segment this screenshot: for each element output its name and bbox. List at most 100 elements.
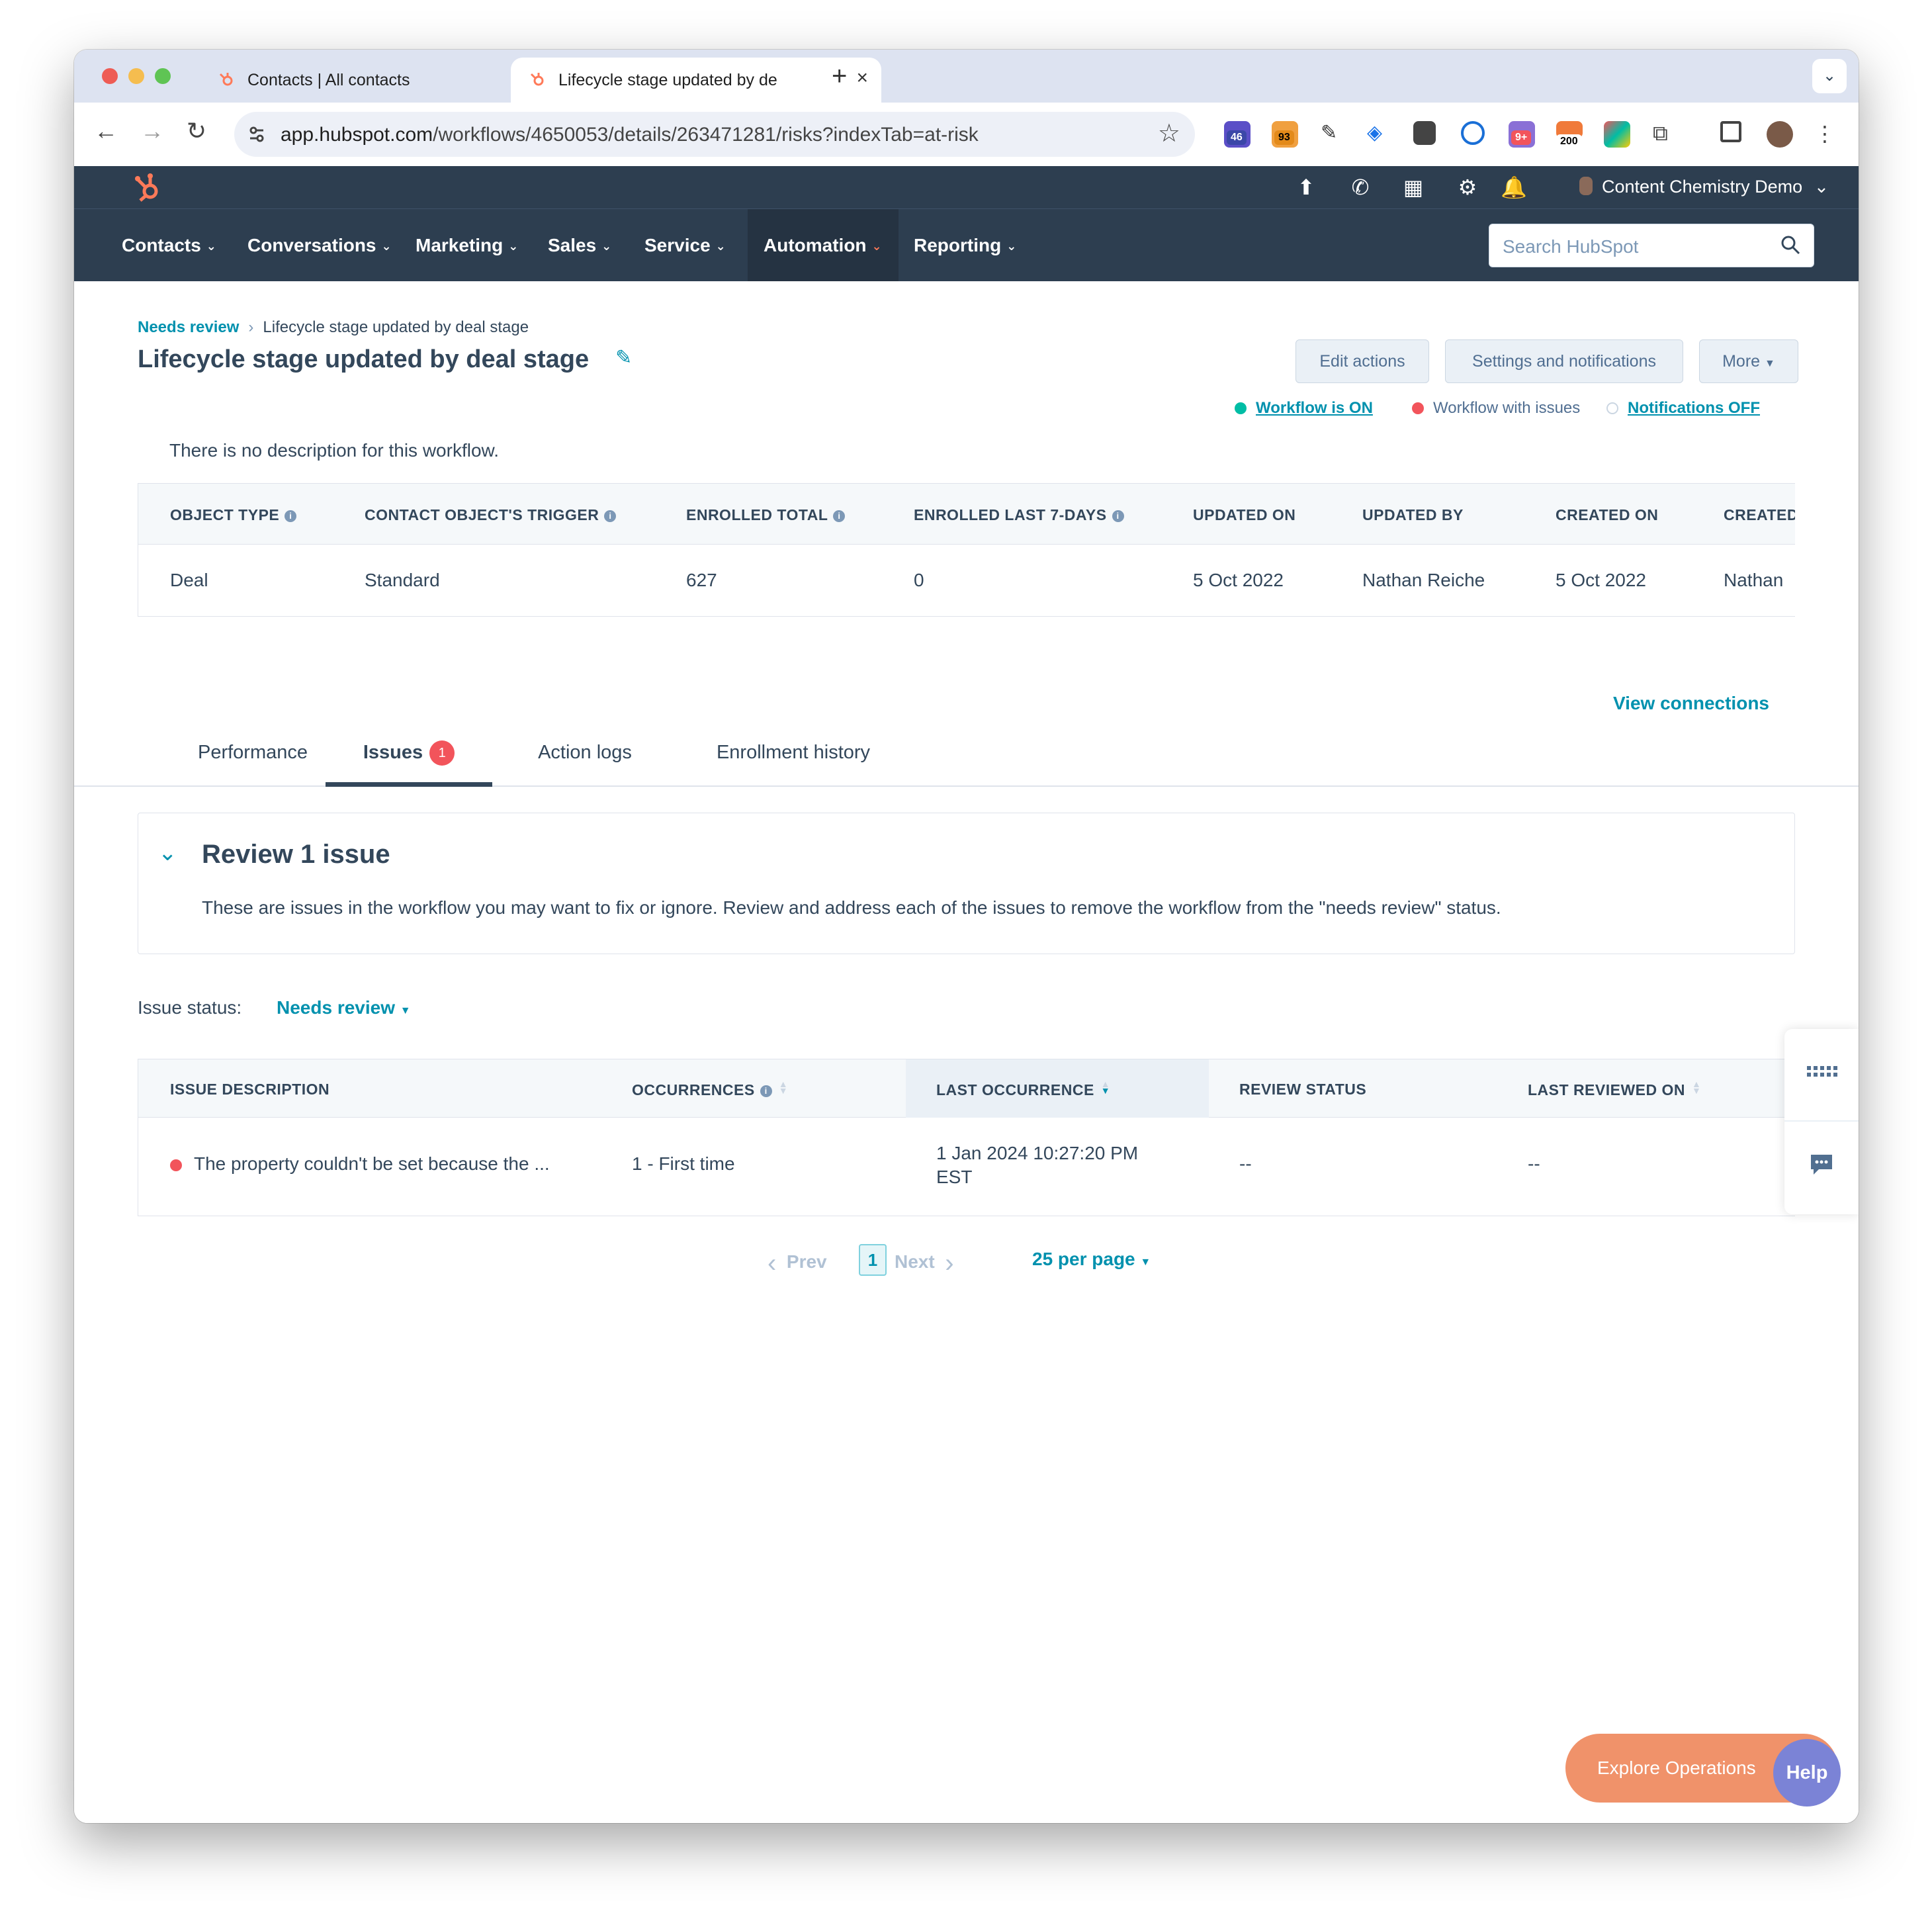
issue-severity-dot — [170, 1159, 182, 1171]
forward-arrow-icon[interactable]: → — [140, 117, 164, 145]
profile-avatar[interactable] — [1767, 121, 1793, 148]
workflow-on-status[interactable]: Workflow is ON — [1235, 399, 1373, 418]
nav-sales[interactable]: Sales ⌄ — [532, 209, 627, 282]
issue-status-dropdown[interactable]: Needs review ▼ — [277, 997, 411, 1018]
notifications-status[interactable]: Notifications OFF — [1606, 399, 1760, 418]
details-header-trigger: CONTACT OBJECT'S TRIGGER i — [365, 506, 617, 524]
info-icon[interactable]: i — [833, 510, 846, 522]
prev-page-button[interactable]: ‹ Prev — [768, 1249, 827, 1278]
page-number-current[interactable]: 1 — [859, 1244, 887, 1276]
issue-status-label: Issue status: — [138, 997, 242, 1018]
nav-automation[interactable]: Automation ⌄ — [748, 209, 899, 282]
next-label: Next — [895, 1251, 935, 1272]
notifications-off-link[interactable]: Notifications OFF — [1628, 399, 1760, 417]
notifications-bell-icon[interactable]: 🔔 — [1501, 175, 1527, 199]
tab-enrollment-history[interactable]: Enrollment history — [691, 731, 896, 787]
chat-bubble-icon[interactable] — [1810, 1153, 1833, 1176]
browser-menu-icon[interactable]: ⋮ — [1814, 121, 1841, 148]
keypad-grid-icon[interactable] — [1807, 1063, 1837, 1079]
document-extension-icon[interactable] — [1413, 121, 1436, 145]
puzzle-extensions-icon[interactable]: ⧉ — [1653, 121, 1679, 148]
info-icon[interactable]: i — [285, 510, 297, 522]
header-last-occurrence[interactable]: LAST OCCURRENCE ▲ ▼ — [936, 1079, 1110, 1099]
nav-service[interactable]: Service ⌄ — [629, 209, 742, 282]
collapse-chevron-icon[interactable]: ⌄ — [158, 840, 177, 866]
marketplace-icon[interactable]: ▦ — [1401, 175, 1425, 199]
breadcrumb-current: Lifecycle stage updated by deal stage — [263, 318, 529, 336]
info-icon[interactable]: i — [760, 1085, 772, 1097]
sort-descending-icon[interactable]: ▲ ▼ — [1101, 1079, 1110, 1095]
tab-title: Contacts | All contacts — [247, 71, 410, 89]
maximize-window-button[interactable] — [155, 68, 171, 84]
tab-action-logs[interactable]: Action logs — [519, 731, 651, 787]
issue-description-cell[interactable]: The property couldn't be set because the… — [194, 1153, 550, 1175]
minimize-window-button[interactable] — [128, 68, 144, 84]
nav-label: Reporting — [914, 235, 1002, 255]
view-connections-link[interactable]: View connections — [1613, 693, 1769, 714]
upgrade-icon[interactable]: ⬆ — [1294, 175, 1318, 199]
nav-contacts[interactable]: Contacts ⌄ — [106, 209, 232, 282]
page-title: Lifecycle stage updated by deal stage — [138, 345, 590, 373]
extension-icon[interactable]: 200 — [1556, 121, 1583, 149]
extension-icon[interactable] — [1604, 121, 1630, 148]
bookmark-star-icon[interactable]: ☆ — [1158, 118, 1180, 148]
tag-extension-icon[interactable]: ◈ — [1367, 121, 1393, 148]
nav-reporting[interactable]: Reporting ⌄ — [898, 209, 1032, 282]
eyedropper-icon[interactable]: ✎ — [1321, 121, 1347, 148]
extension-icon[interactable]: 93 — [1272, 121, 1298, 148]
extension-icon[interactable]: 46 — [1224, 121, 1251, 148]
address-bar[interactable]: app.hubspot.com/workflows/4650053/detail… — [234, 112, 1195, 157]
settings-and-notifications-button[interactable]: Settings and notifications — [1445, 339, 1683, 383]
header-issue-description: ISSUE DESCRIPTION — [170, 1081, 330, 1098]
account-menu[interactable]: Content Chemistry Demo ⌄ — [1579, 177, 1829, 197]
tab-issues[interactable]: Issues 1 — [326, 731, 492, 787]
header-last-reviewed-on[interactable]: LAST REVIEWED ON ▲ ▼ — [1528, 1079, 1701, 1099]
help-button[interactable]: Help — [1773, 1739, 1841, 1807]
last-reviewed-cell: -- — [1528, 1153, 1540, 1174]
back-arrow-icon[interactable]: ← — [94, 117, 118, 145]
close-window-button[interactable] — [102, 68, 118, 84]
edit-title-pencil-icon[interactable]: ✎ — [615, 346, 632, 369]
details-header-updated-on: UPDATED ON — [1193, 506, 1296, 523]
per-page-dropdown[interactable]: 25 per page ▼ — [1032, 1249, 1151, 1270]
close-tab-icon[interactable]: × — [856, 67, 868, 89]
chevron-right-icon: › — [248, 318, 254, 336]
new-tab-icon[interactable]: + — [832, 62, 847, 91]
enrolled-total-value: 627 — [686, 570, 717, 590]
settings-gear-icon[interactable]: ⚙ — [1456, 175, 1479, 199]
sort-icon[interactable]: ▲ ▼ — [1692, 1079, 1701, 1095]
chevron-down-icon: ⌄ — [1006, 240, 1017, 253]
nav-conversations[interactable]: Conversations ⌄ — [232, 209, 408, 282]
details-header-updated-by: UPDATED BY — [1362, 506, 1464, 523]
info-icon[interactable]: i — [1112, 510, 1124, 522]
header-occurrences[interactable]: OCCURRENCES i ▲ ▼ — [632, 1079, 788, 1099]
site-settings-icon[interactable] — [246, 124, 267, 145]
info-icon[interactable]: i — [604, 510, 617, 522]
workflow-on-link[interactable]: Workflow is ON — [1256, 399, 1373, 417]
hubspot-logo-icon[interactable] — [132, 171, 164, 203]
header-label: OCCURRENCES — [632, 1081, 755, 1098]
enrolled-7-days-value: 0 — [914, 570, 924, 590]
reload-icon[interactable]: ↻ — [187, 117, 206, 145]
sort-icon[interactable]: ▲ ▼ — [779, 1079, 788, 1095]
header-label: OBJECT TYPE — [170, 506, 280, 523]
breadcrumb-link-needs-review[interactable]: Needs review — [138, 318, 239, 336]
calling-icon[interactable]: ✆ — [1348, 175, 1372, 199]
widget-divider — [1784, 1120, 1859, 1122]
created-by-value: Nathan — [1724, 570, 1784, 590]
search-input[interactable]: Search HubSpot — [1489, 224, 1814, 267]
browser-tab-workflow[interactable]: Lifecycle stage updated by de × — [511, 58, 881, 103]
per-page-label: 25 per page — [1032, 1249, 1135, 1269]
extension-icon[interactable]: 9+ — [1509, 121, 1535, 148]
search-icon[interactable] — [1779, 234, 1802, 256]
nav-marketing[interactable]: Marketing ⌄ — [400, 209, 534, 282]
next-page-button[interactable]: Next › — [895, 1249, 954, 1278]
tab-performance[interactable]: Performance — [175, 731, 331, 787]
password-manager-icon[interactable] — [1461, 121, 1485, 145]
last-occurrence-cell: 1 Jan 2024 10:27:20 PM — [936, 1143, 1139, 1163]
more-dropdown-button[interactable]: More ▼ — [1699, 339, 1798, 383]
hubspot-favicon-icon — [219, 73, 233, 86]
edit-actions-button[interactable]: Edit actions — [1295, 339, 1429, 383]
side-panel-icon[interactable] — [1720, 121, 1741, 142]
tab-search-chevron-icon[interactable]: ⌄ — [1812, 59, 1847, 93]
